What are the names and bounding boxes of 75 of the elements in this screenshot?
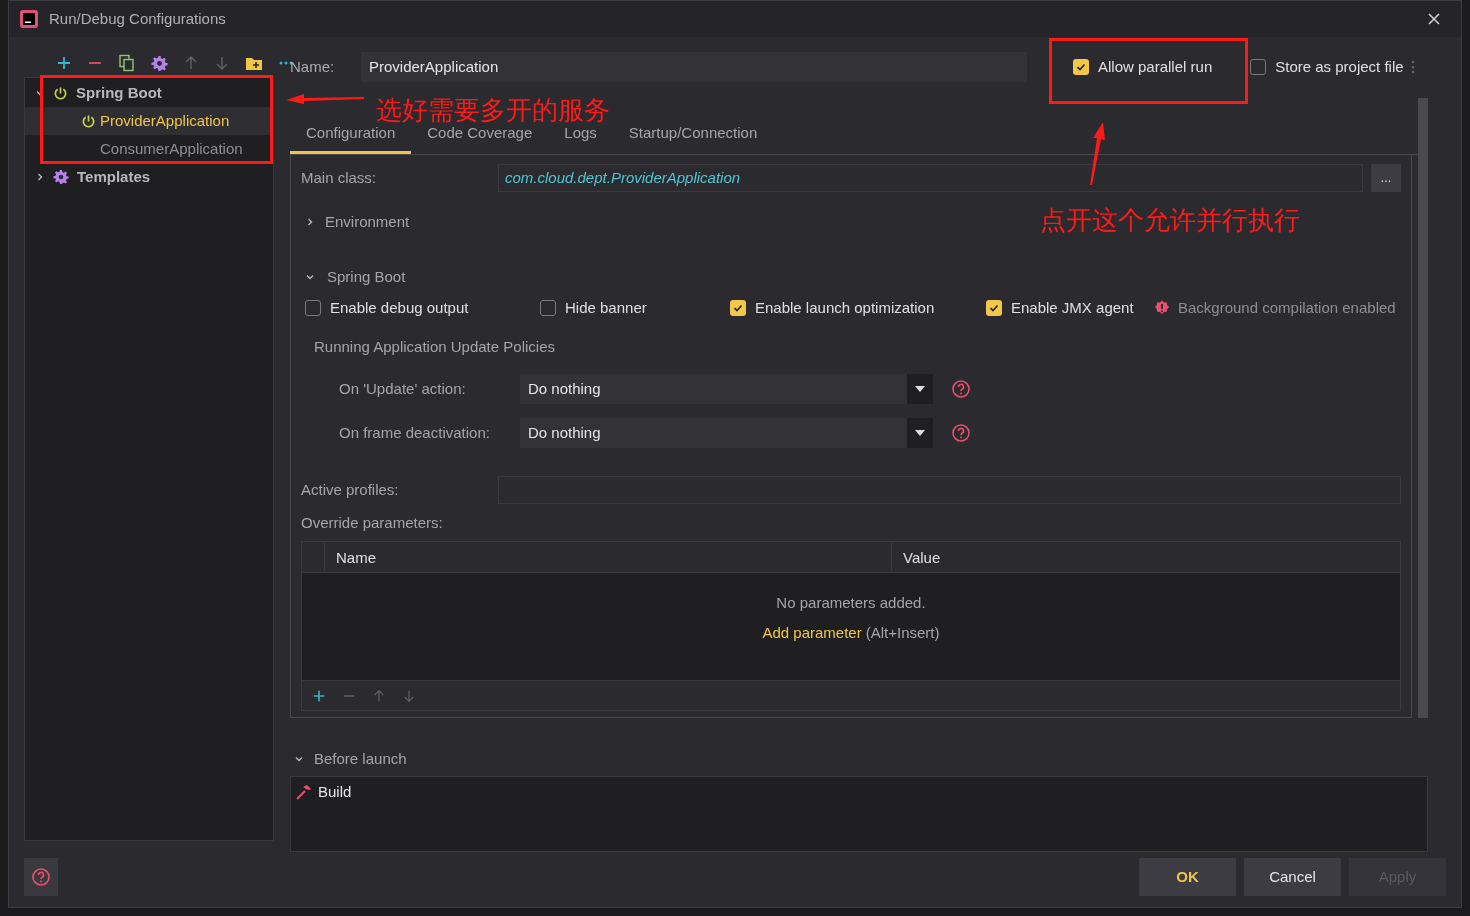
policy-label: On frame deactivation:	[339, 422, 491, 443]
arrow-up-icon[interactable]	[372, 688, 386, 703]
dropdown-arrow-icon	[915, 386, 925, 392]
window-title: Run/Debug Configurations	[49, 8, 227, 29]
task-item[interactable]: Build	[318, 780, 352, 804]
checkbox[interactable]	[305, 300, 321, 316]
help-icon[interactable]	[951, 379, 971, 399]
warning-icon	[1154, 300, 1170, 316]
app-logo-icon	[19, 9, 39, 29]
help-icon[interactable]	[951, 423, 971, 443]
arrow-down-icon[interactable]	[214, 55, 230, 71]
name-label: Name:	[290, 56, 336, 77]
main-class-label: Main class:	[301, 167, 378, 188]
check-icon	[732, 302, 744, 314]
active-profiles-label: Active profiles:	[301, 479, 400, 500]
policy-label: On 'Update' action:	[339, 378, 467, 399]
add-icon[interactable]	[56, 55, 72, 71]
override-label: Override parameters:	[301, 513, 444, 533]
chevron-down-icon[interactable]	[294, 754, 304, 764]
checkbox[interactable]	[1250, 59, 1267, 75]
main-class-input[interactable]: com.cloud.dept.ProviderApplication	[498, 164, 1363, 192]
check-icon	[1075, 61, 1087, 73]
help-button[interactable]	[24, 858, 58, 896]
hammer-icon	[295, 783, 312, 801]
shortcut-hint: (Alt+Insert)	[865, 622, 940, 643]
tree-group-label[interactable]: Templates	[77, 165, 151, 189]
tree-group-label[interactable]: Spring Boot	[76, 81, 162, 105]
checkbox[interactable]	[1073, 59, 1089, 75]
gear-icon	[151, 54, 168, 72]
policies-title: Running Application Update Policies	[314, 337, 556, 357]
tree-item[interactable]: ConsumerApplication	[25, 135, 273, 163]
warning-text: Background compilation enabled	[1178, 297, 1396, 318]
section-title[interactable]: Environment	[325, 210, 410, 234]
section-title[interactable]: Before launch	[314, 747, 407, 771]
checkbox-label[interactable]: Enable debug output	[330, 296, 469, 320]
checkbox[interactable]	[986, 300, 1002, 316]
add-folder-icon[interactable]	[245, 55, 263, 71]
scrollbar[interactable]	[1418, 98, 1428, 718]
add-icon[interactable]	[312, 688, 326, 703]
tree-item[interactable]: ProviderApplication	[25, 107, 273, 135]
kebab-icon[interactable]	[1409, 59, 1416, 75]
chevron-right-icon[interactable]	[35, 172, 45, 182]
arrow-down-icon[interactable]	[402, 688, 416, 703]
chevron-down-icon[interactable]	[305, 272, 315, 282]
add-parameter-link[interactable]: Add parameter	[762, 621, 862, 644]
annotation-text: 点开这个允许并行执行	[1040, 204, 1300, 237]
dialog-button[interactable]: OK	[1139, 858, 1236, 896]
checkbox-label[interactable]: Store as project file	[1275, 55, 1404, 79]
checkbox-label[interactable]: Enable JMX agent	[1011, 296, 1134, 320]
dropdown-arrow-icon	[915, 430, 925, 436]
checkbox-label[interactable]: Hide banner	[565, 296, 647, 320]
empty-message: No parameters added.	[776, 593, 926, 613]
tab[interactable]: Startup/Connection	[612, 114, 774, 154]
help-icon[interactable]	[31, 867, 51, 887]
policy-dropdown[interactable]: Do nothing	[520, 374, 933, 404]
arrow-up-icon[interactable]	[183, 55, 199, 71]
power-icon	[81, 113, 96, 129]
settings-icon[interactable]	[151, 54, 168, 72]
policy-dropdown[interactable]: Do nothing	[520, 418, 933, 448]
section-title[interactable]: Spring Boot	[327, 265, 406, 289]
browse-button[interactable]: ...	[1371, 164, 1401, 192]
checkbox-label[interactable]: Allow parallel run	[1098, 55, 1213, 79]
column-header: Value	[902, 548, 941, 568]
checkbox[interactable]	[730, 300, 746, 316]
checkbox-label[interactable]: Enable launch optimization	[755, 296, 935, 320]
chevron-right-icon[interactable]	[305, 217, 315, 227]
copy-icon[interactable]	[118, 54, 136, 72]
name-input[interactable]: ProviderApplication	[361, 52, 1027, 82]
dialog-button[interactable]: Cancel	[1244, 858, 1341, 896]
gear-icon	[53, 169, 69, 185]
column-header: Name	[325, 542, 892, 572]
checkbox[interactable]	[540, 300, 556, 316]
power-icon	[53, 85, 68, 101]
check-icon	[988, 302, 1000, 314]
close-icon[interactable]	[1427, 12, 1441, 26]
